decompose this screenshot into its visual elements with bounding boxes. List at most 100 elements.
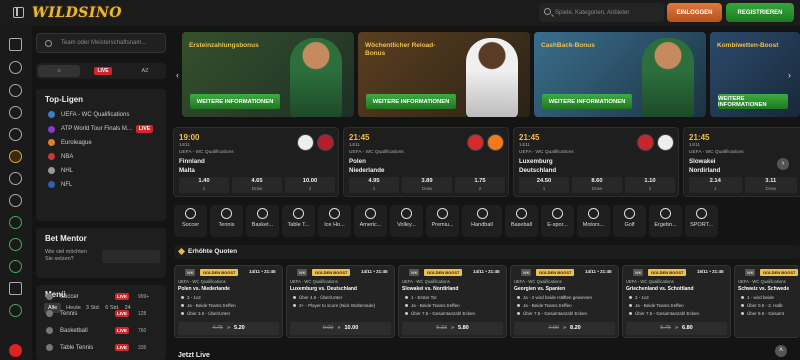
league-item[interactable]: UEFA - WC Qualifications [48, 111, 129, 118]
sport-tab-volleyball[interactable]: Volley... [390, 205, 423, 237]
boost-card[interactable]: WK GOLDEN BOOST UEFA - WC Qualifications… [734, 265, 800, 338]
odd-button[interactable]: 3.11 Draw [744, 177, 797, 193]
sport-tab-american-football[interactable]: Americ... [354, 205, 387, 237]
team-search-input[interactable]: Team oder Meisterschaftsnam... [36, 33, 166, 53]
boost-odd-button[interactable]: 5.33» 5.80 [402, 322, 503, 335]
cards-nav-icon[interactable] [9, 194, 22, 207]
sport-row-basketball[interactable]: Basketball LIVE 760 [46, 327, 158, 334]
odd-button[interactable]: 10.00 2 [285, 177, 335, 193]
sport-tab-motorsport[interactable]: Motors... [577, 205, 610, 237]
search-input[interactable]: Spiele, Kategorien, Anbieter [539, 3, 664, 22]
basketball-icon [257, 208, 268, 219]
league-item[interactable]: NFL [48, 181, 72, 188]
bet-mentor-question: Wie viel möchten Sie setzen? [45, 249, 87, 262]
boost-card[interactable]: WK GOLDEN BOOST 14/11 • 21:45 UEFA - WC … [286, 265, 395, 338]
sport-tab-soccer[interactable]: Soccer [174, 205, 207, 237]
sport-tab-premium[interactable]: Premiu... [426, 205, 459, 237]
league-item[interactable]: NHL [48, 167, 73, 174]
tab-live[interactable]: LIVE [82, 63, 124, 79]
sport-row-table-tennis[interactable]: Table Tennis LIVE 335 [46, 344, 158, 351]
match-card[interactable]: 21:45 14/11 UEFA - WC Qualifications Pol… [343, 127, 509, 197]
live-badge: LIVE [94, 67, 112, 75]
sidebar-toggle-icon[interactable] [13, 7, 24, 18]
sport-tab-ice-hockey[interactable]: Ice Ho... [318, 205, 351, 237]
match-date: 14/11 [179, 142, 190, 147]
promo-carousel: Ersteinzahlungsbonus WEITERE INFORMATION… [176, 32, 800, 117]
boost-odd-button[interactable]: 7.99» 8.20 [514, 322, 615, 335]
sport-tab-sport[interactable]: SPORT... [685, 205, 718, 237]
promo-nav-icon[interactable] [9, 216, 22, 229]
language-flag-icon[interactable] [9, 344, 22, 357]
odd-button[interactable]: 8.60 Draw [572, 177, 622, 193]
register-button[interactable]: REGISTRIEREN [726, 3, 794, 22]
more-info-button[interactable]: WEITERE INFORMATIONEN [542, 94, 632, 109]
matches-next-icon[interactable]: › [777, 158, 789, 170]
promo-banner[interactable]: Ersteinzahlungsbonus WEITERE INFORMATION… [182, 32, 354, 117]
odd-button[interactable]: 24.50 1 [519, 177, 569, 193]
more-info-button[interactable]: WEITERE INFORMATIONEN [718, 94, 788, 109]
sport-tab-tennis[interactable]: Tennis [210, 205, 243, 237]
bet-amount-input[interactable] [102, 250, 160, 263]
sport-tab-results[interactable]: Ergebn... [649, 205, 682, 237]
odd-button[interactable]: 3.89 Draw [402, 177, 452, 193]
tab-az[interactable]: AZ [124, 63, 166, 79]
sportsbook-nav-icon[interactable] [9, 150, 22, 163]
league-item[interactable]: Euroleague [48, 139, 92, 146]
boost-odd-button[interactable]: 9.00» 10.00 [290, 322, 391, 335]
sport-row-tennis[interactable]: Tennis LIVE 128 [46, 310, 158, 317]
boost-card[interactable]: WK GOLDEN BOOST 15/11 • 21:45 UEFA - WC … [622, 265, 731, 338]
boost-odd-button[interactable]: 4.75» 5.20 [178, 322, 279, 335]
match-card[interactable]: 21:45 14/11 UEFA - WC Qualifications Lux… [513, 127, 679, 197]
match-league: UEFA - WC Qualifications [519, 150, 574, 155]
clock-nav-icon[interactable] [9, 128, 22, 141]
match-time: 19:00 [179, 133, 200, 142]
boost-match: Luxemburg vs. Deutschland [290, 286, 357, 292]
scroll-top-icon[interactable]: ˄ [775, 345, 787, 357]
sport-row-soccer[interactable]: Soccer LIVE 999+ [46, 293, 158, 300]
gift-nav-icon[interactable] [9, 238, 22, 251]
logo[interactable]: WILDSINO [32, 5, 122, 21]
odd-button[interactable]: 4.95 1 [349, 177, 399, 193]
sport-tab-basketball[interactable]: Basket... [246, 205, 279, 237]
support-nav-icon[interactable] [9, 282, 22, 295]
boost-card[interactable]: WK GOLDEN BOOST 14/11 • 21:45 UEFA - WC … [398, 265, 507, 338]
odds-row: 24.50 1 8.60 Draw 1.10 2 [519, 177, 675, 193]
promo-banner[interactable]: Kombiwetten-Boost WEITERE INFORMATIONEN [710, 32, 800, 117]
odd-button[interactable]: 1.10 2 [625, 177, 675, 193]
sport-tab-golf[interactable]: Golf [613, 205, 646, 237]
soccer-nav-icon[interactable] [9, 84, 22, 97]
event-count: 335 [138, 344, 147, 351]
odd-button[interactable]: 4.65 Draw [232, 177, 282, 193]
golden-boost-badge: GOLDEN BOOST [536, 269, 575, 276]
boost-line: Über 7.5 - Gesamtanzahl Ecken [629, 311, 699, 316]
top-leagues-card: Top-Ligen UEFA - WC Qualifications ATP W… [36, 89, 166, 221]
boost-card[interactable]: WK GOLDEN BOOST 14/11 • 21:45 UEFA - WC … [174, 265, 283, 338]
more-info-button[interactable]: WEITERE INFORMATIONEN [190, 94, 280, 109]
shop-nav-icon[interactable] [9, 260, 22, 273]
more-info-button[interactable]: WEITERE INFORMATIONEN [366, 94, 456, 109]
tab-home[interactable]: ⌂ [38, 65, 80, 77]
home-nav-icon[interactable] [9, 61, 22, 74]
sports-nav-icon[interactable] [9, 38, 22, 51]
odd-button[interactable]: 1.75 2 [455, 177, 505, 193]
promo-banner[interactable]: Wöchentlicher Reload-Bonus WEITERE INFOR… [358, 32, 530, 117]
match-card[interactable]: 19:00 14/11 UEFA - WC Qualifications Fin… [173, 127, 339, 197]
casino-nav-icon[interactable] [9, 172, 22, 185]
league-item[interactable]: NBA [48, 153, 73, 160]
live-nav-icon[interactable] [9, 106, 22, 119]
sport-tab-baseball[interactable]: Baseball [505, 205, 538, 237]
sport-tab-table-tennis[interactable]: Table T... [282, 205, 315, 237]
sport-tab-handball[interactable]: Handball [462, 205, 502, 237]
promo-banner[interactable]: CashBack-Bonus WEITERE INFORMATIONEN [534, 32, 706, 117]
league-item[interactable]: ATP World Tour Finals M... LIVE [48, 125, 154, 133]
carousel-next-icon[interactable]: › [788, 70, 791, 80]
team-away: Deutschland [519, 167, 557, 174]
login-button[interactable]: EINLOGGEN [667, 3, 722, 22]
vip-nav-icon[interactable] [9, 304, 22, 317]
boost-odd-button[interactable]: 5.75» 6.80 [626, 322, 727, 335]
odd-button[interactable]: 1.40 1 [179, 177, 229, 193]
sport-tab-esports[interactable]: E-spor... [541, 205, 574, 237]
boost-card[interactable]: WK GOLDEN BOOST 14/11 • 21:45 UEFA - WC … [510, 265, 619, 338]
odd-button[interactable]: 2.14 1 [689, 177, 742, 193]
carousel-prev-icon[interactable]: ‹ [176, 70, 179, 80]
